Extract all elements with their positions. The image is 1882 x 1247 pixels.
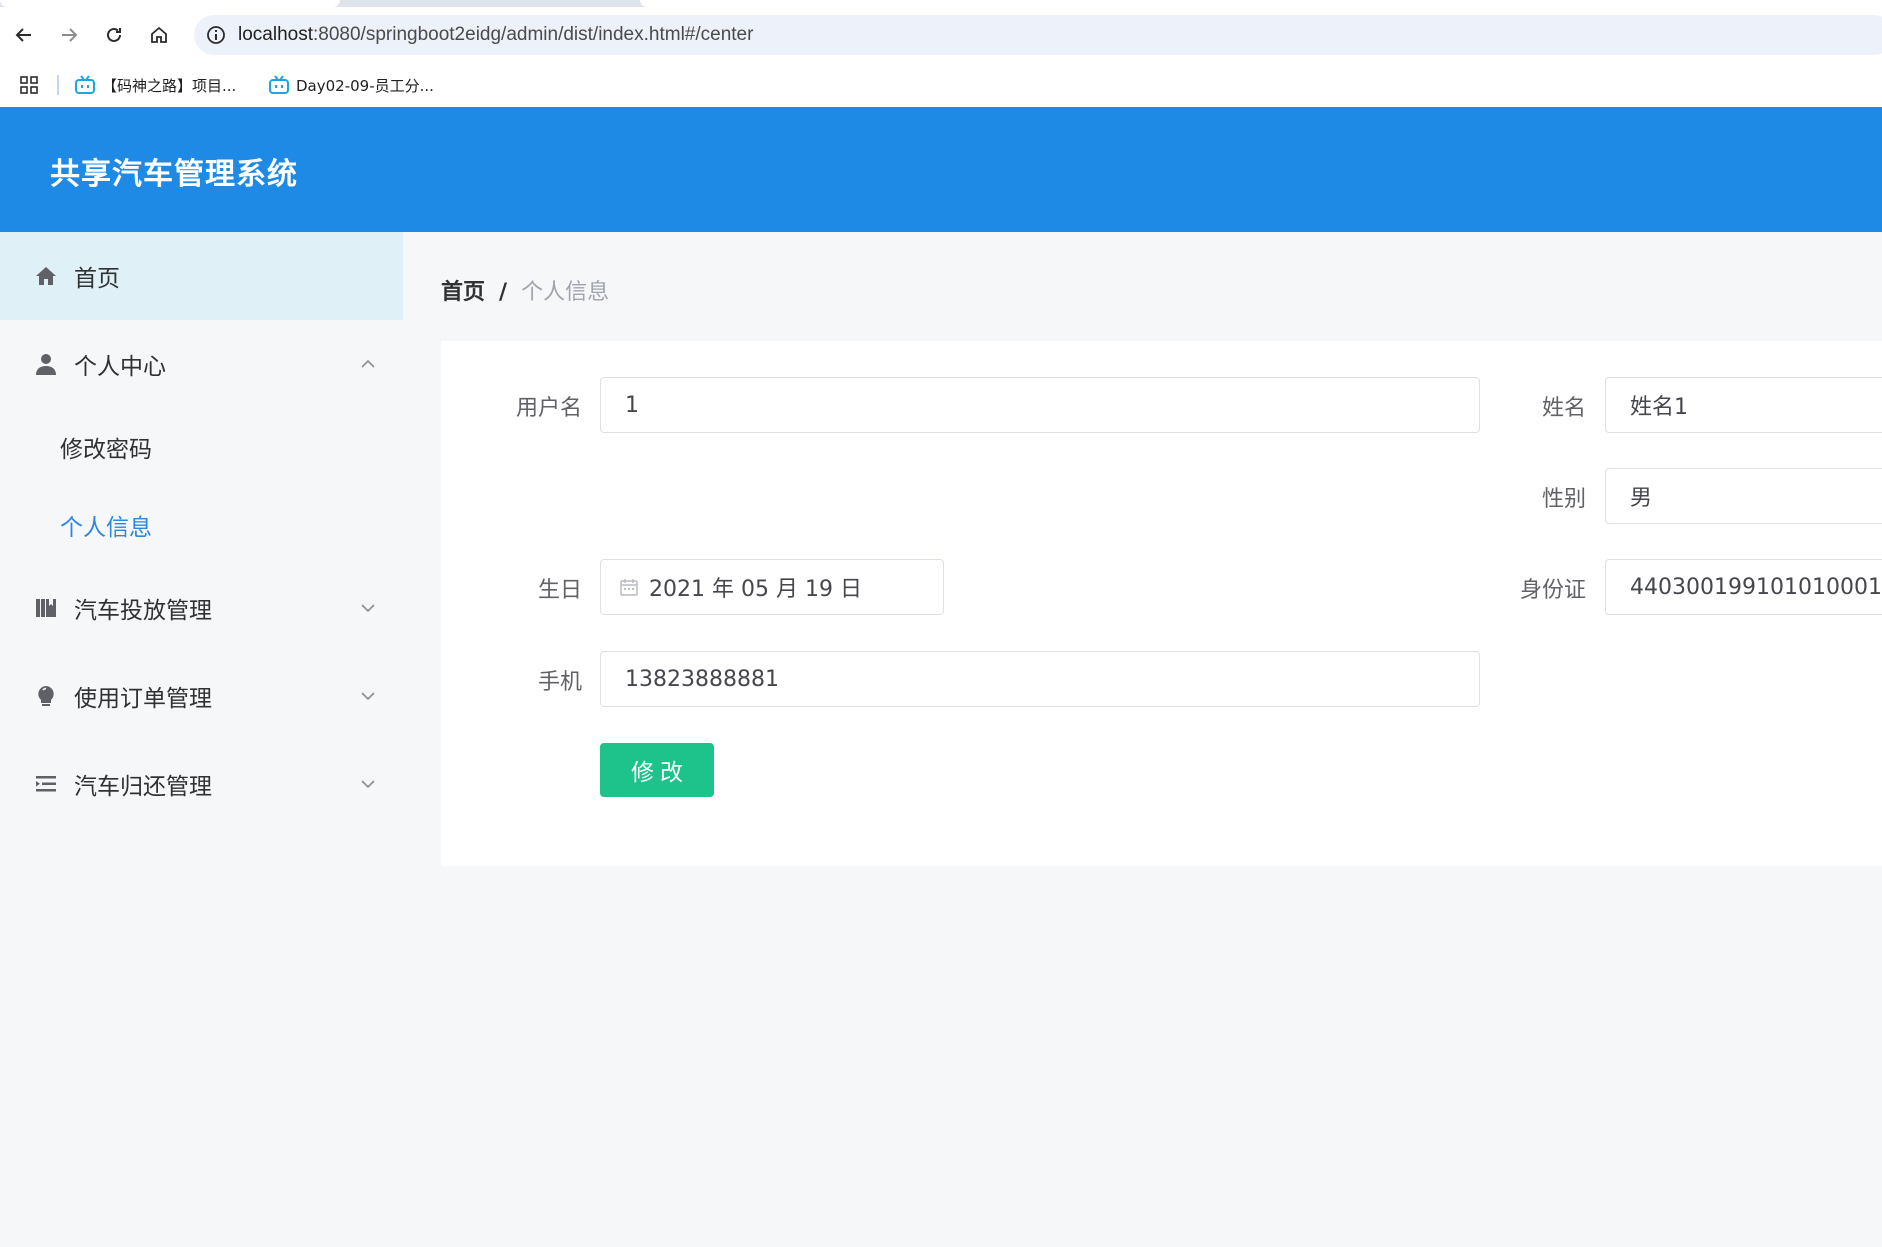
name-input[interactable]: 姓名1 [1605,377,1882,433]
browser-tab[interactable] [0,0,340,7]
bulb-icon [38,686,54,706]
browser-tab-area [640,0,1882,7]
sidebar-item-label: 个人中心 [74,354,166,380]
gender-label: 性别 [1541,487,1586,512]
sidebar-item-usage-orders[interactable]: 使用订单管理 [0,652,403,740]
bilibili-icon [269,75,289,94]
sidebar-item-home[interactable]: 首页 [0,232,403,320]
sidebar-subitem-personal-info[interactable]: 个人信息 [0,486,403,564]
forward-arrow-icon [62,28,78,42]
phone-input[interactable]: 13823888881 [600,651,1480,707]
sidebar-item-label: 汽车归还管理 [74,774,212,800]
site-info-icon[interactable] [206,25,226,45]
bilibili-icon [75,75,95,94]
sidebar-item-car-delivery[interactable]: 汽车投放管理 [0,564,403,652]
sidebar-subitem-change-password[interactable]: 修改密码 [0,408,403,486]
bookmark-label: 【码神之路】项目... [102,76,237,95]
reload-icon [107,27,121,42]
idcard-input[interactable]: 440300199101010001 [1605,559,1882,615]
chevron-down-icon [361,692,375,701]
bookmarks-separator [57,75,59,95]
home-nav-button[interactable] [143,19,175,51]
sidebar-subitem-label: 个人信息 [60,515,152,541]
sidebar-item-label: 首页 [74,266,120,292]
gender-value: 男 [1630,486,1653,511]
sidebar-item-label: 汽车投放管理 [74,598,212,624]
bookmark-label: Day02-09-员工分... [296,76,434,95]
browser-toolbar: localhost:8080/springboot2eidg/admin/dis… [0,7,1882,63]
list-icon [36,776,56,792]
birthday-date-picker[interactable]: 2021 年 05 月 19 日 [600,559,944,615]
back-button[interactable] [8,19,40,51]
birthday-label: 生日 [537,578,582,603]
sidebar: 首页 个人中心 修改密码 个人信息 汽车投放管理 使用订单管理 汽车归还管理 [0,232,403,1247]
home-icon [36,267,56,285]
idcard-label: 身份证 [1519,578,1586,603]
username-value: 1 [625,392,639,418]
bookmark-item-1[interactable]: 【码神之路】项目... [74,73,236,97]
birthday-value: 2021 年 05 月 19 日 [649,577,862,602]
chevron-down-icon [361,604,375,613]
url-text: localhost:8080/springboot2eidg/admin/dis… [238,24,753,46]
user-icon [36,354,56,375]
chevron-up-icon [361,359,375,368]
sidebar-item-car-return[interactable]: 汽车归还管理 [0,740,403,828]
breadcrumb-current: 个人信息 [521,280,610,305]
gender-select[interactable]: 男 [1605,468,1882,524]
bookmarks-bar: 【码神之路】项目... Day02-09-员工分... [0,63,1882,107]
sidebar-item-label: 使用订单管理 [74,686,212,712]
breadcrumb: 首页 / 个人信息 [441,274,609,306]
sidebar-subitem-label: 修改密码 [60,437,152,463]
book-icon [36,599,56,617]
url-path: :8080/springboot2eidg/admin/dist/index.h… [313,24,754,45]
idcard-value: 440300199101010001 [1630,574,1882,600]
address-bar[interactable]: localhost:8080/springboot2eidg/admin/dis… [194,15,1882,55]
breadcrumb-separator: / [499,280,508,305]
phone-label: 手机 [537,670,582,695]
breadcrumb-home-link[interactable]: 首页 [441,280,485,305]
browser-tab-strip [0,0,1882,7]
name-label: 姓名 [1541,396,1586,421]
name-value: 姓名1 [1630,395,1688,420]
app-title: 共享汽车管理系统 [50,157,298,192]
url-host: localhost [238,24,313,45]
reload-button[interactable] [98,19,130,51]
update-button[interactable]: 修改 [600,743,714,797]
home-outline-icon [151,26,167,43]
calendar-icon [620,579,638,596]
sidebar-item-personal-center[interactable]: 个人中心 [0,320,403,408]
app-header: 共享汽车管理系统 [0,107,1882,232]
apps-grid-icon[interactable] [19,75,39,95]
phone-value: 13823888881 [625,666,779,692]
back-arrow-icon [15,28,31,42]
chevron-down-icon [361,780,375,789]
forward-button[interactable] [53,19,85,51]
username-label: 用户名 [515,396,582,421]
bookmark-item-2[interactable]: Day02-09-员工分... [268,73,434,97]
username-input[interactable]: 1 [600,377,1480,433]
